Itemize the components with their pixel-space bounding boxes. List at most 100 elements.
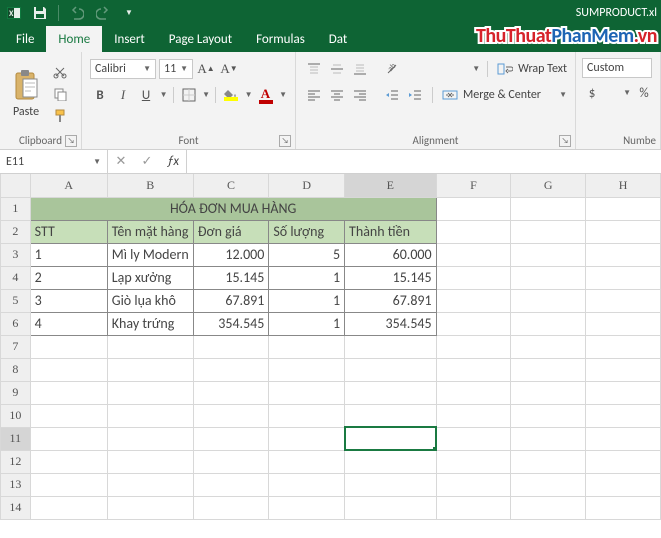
merge-center-button[interactable]: Merge & Center bbox=[463, 88, 541, 102]
increase-indent-icon[interactable] bbox=[405, 85, 425, 105]
tab-home[interactable]: Home bbox=[46, 26, 102, 52]
tab-file[interactable]: File bbox=[4, 26, 46, 52]
cell[interactable]: 354.545 bbox=[345, 312, 437, 335]
app-icon[interactable]: X bbox=[4, 3, 24, 23]
decrease-font-icon[interactable]: A▼ bbox=[219, 59, 239, 79]
number-format-combo[interactable]: Custom bbox=[582, 58, 652, 78]
col-header[interactable]: H bbox=[586, 174, 661, 197]
cell[interactable]: Thành tiền bbox=[345, 220, 437, 243]
accounting-format-icon[interactable]: $ bbox=[582, 83, 602, 103]
col-header[interactable]: G bbox=[511, 174, 586, 197]
wrap-text-button[interactable]: Wrap Text bbox=[518, 62, 567, 76]
align-left-icon[interactable] bbox=[304, 85, 324, 105]
row-header[interactable]: 7 bbox=[1, 335, 31, 358]
align-bottom-icon[interactable] bbox=[350, 59, 370, 79]
row-header[interactable]: 11 bbox=[1, 427, 31, 450]
align-middle-icon[interactable] bbox=[327, 59, 347, 79]
paste-button[interactable]: Paste bbox=[6, 67, 46, 121]
align-top-icon[interactable] bbox=[304, 59, 324, 79]
save-icon[interactable] bbox=[30, 3, 50, 23]
enter-formula-icon[interactable]: ✓ bbox=[134, 154, 160, 169]
cell[interactable]: Mì ly Modern bbox=[107, 243, 193, 266]
chevron-down-icon[interactable]: ▼ bbox=[202, 90, 210, 100]
cell[interactable]: Số lượng bbox=[269, 220, 345, 243]
align-center-icon[interactable] bbox=[327, 85, 347, 105]
cell[interactable]: 354.545 bbox=[193, 312, 269, 335]
font-launcher-icon[interactable]: ↘ bbox=[279, 135, 291, 147]
name-box[interactable]: E11▼ bbox=[0, 150, 108, 173]
cut-icon[interactable] bbox=[50, 62, 70, 82]
cell[interactable]: 15.145 bbox=[345, 266, 437, 289]
cell[interactable]: 15.145 bbox=[193, 266, 269, 289]
cell[interactable]: 12.000 bbox=[193, 243, 269, 266]
font-name-combo[interactable]: Calibri▼ bbox=[90, 59, 156, 79]
row-header[interactable]: 14 bbox=[1, 496, 31, 519]
clipboard-launcher-icon[interactable]: ↘ bbox=[65, 135, 77, 147]
cell[interactable]: Lạp xưởng bbox=[107, 266, 193, 289]
chevron-down-icon[interactable]: ▼ bbox=[472, 64, 480, 74]
formula-input[interactable] bbox=[187, 150, 661, 173]
cell[interactable]: Giò lụa khô bbox=[107, 289, 193, 312]
chevron-down-icon[interactable]: ▼ bbox=[245, 90, 253, 100]
tab-formulas[interactable]: Formulas bbox=[244, 26, 317, 52]
qat-customize-icon[interactable]: ▼ bbox=[119, 3, 139, 23]
redo-icon[interactable] bbox=[93, 3, 113, 23]
font-size-combo[interactable]: 11▼ bbox=[159, 59, 193, 79]
col-header[interactable]: C bbox=[193, 174, 269, 197]
chevron-down-icon[interactable]: ▼ bbox=[559, 90, 567, 100]
format-painter-icon[interactable] bbox=[50, 106, 70, 126]
active-cell[interactable] bbox=[345, 427, 437, 450]
cancel-formula-icon[interactable]: ✕ bbox=[108, 154, 134, 169]
align-right-icon[interactable] bbox=[350, 85, 370, 105]
bold-button[interactable]: B bbox=[90, 85, 110, 105]
cell[interactable]: 1 bbox=[269, 289, 345, 312]
cell[interactable]: 3 bbox=[30, 289, 107, 312]
copy-icon[interactable] bbox=[50, 84, 70, 104]
chevron-down-icon[interactable]: ▼ bbox=[623, 88, 631, 98]
row-header[interactable]: 2 bbox=[1, 220, 31, 243]
cell[interactable]: Tên mặt hàng bbox=[107, 220, 193, 243]
cell[interactable]: 67.891 bbox=[193, 289, 269, 312]
select-all-corner[interactable] bbox=[1, 174, 31, 197]
italic-button[interactable]: I bbox=[113, 85, 133, 105]
borders-icon[interactable] bbox=[179, 85, 199, 105]
percent-format-icon[interactable]: % bbox=[634, 83, 654, 103]
row-header[interactable]: 1 bbox=[1, 197, 31, 220]
cell[interactable]: 2 bbox=[30, 266, 107, 289]
increase-font-icon[interactable]: A▲ bbox=[196, 59, 216, 79]
row-header[interactable]: 3 bbox=[1, 243, 31, 266]
alignment-launcher-icon[interactable]: ↘ bbox=[559, 135, 571, 147]
orientation-icon[interactable]: ab bbox=[382, 59, 402, 79]
row-header[interactable]: 10 bbox=[1, 404, 31, 427]
cell[interactable]: 5 bbox=[269, 243, 345, 266]
row-header[interactable]: 6 bbox=[1, 312, 31, 335]
tab-page-layout[interactable]: Page Layout bbox=[157, 26, 244, 52]
cell[interactable]: 1 bbox=[30, 243, 107, 266]
tab-data[interactable]: Dat bbox=[317, 26, 359, 52]
cell[interactable]: STT bbox=[30, 220, 107, 243]
cell[interactable]: 4 bbox=[30, 312, 107, 335]
row-header[interactable]: 5 bbox=[1, 289, 31, 312]
decrease-indent-icon[interactable] bbox=[382, 85, 402, 105]
col-header[interactable]: E bbox=[345, 174, 437, 197]
col-header[interactable]: A bbox=[30, 174, 107, 197]
chevron-down-icon[interactable]: ▼ bbox=[279, 90, 287, 100]
cell-title[interactable]: HÓA ĐƠN MUA HÀNG bbox=[30, 197, 436, 220]
cell[interactable]: 67.891 bbox=[345, 289, 437, 312]
cell[interactable]: Đơn giá bbox=[193, 220, 269, 243]
row-header[interactable]: 12 bbox=[1, 450, 31, 473]
fx-icon[interactable]: ƒx bbox=[160, 154, 186, 169]
row-header[interactable]: 13 bbox=[1, 473, 31, 496]
row-header[interactable]: 9 bbox=[1, 381, 31, 404]
tab-insert[interactable]: Insert bbox=[102, 26, 157, 52]
col-header[interactable]: F bbox=[436, 174, 511, 197]
cell[interactable]: 1 bbox=[269, 266, 345, 289]
cell[interactable]: 60.000 bbox=[345, 243, 437, 266]
underline-button[interactable]: U bbox=[136, 85, 156, 105]
row-header[interactable]: 4 bbox=[1, 266, 31, 289]
font-color-icon[interactable]: A bbox=[256, 85, 276, 105]
undo-icon[interactable] bbox=[67, 3, 87, 23]
row-header[interactable]: 8 bbox=[1, 358, 31, 381]
cell[interactable]: 1 bbox=[269, 312, 345, 335]
col-header[interactable]: B bbox=[107, 174, 193, 197]
